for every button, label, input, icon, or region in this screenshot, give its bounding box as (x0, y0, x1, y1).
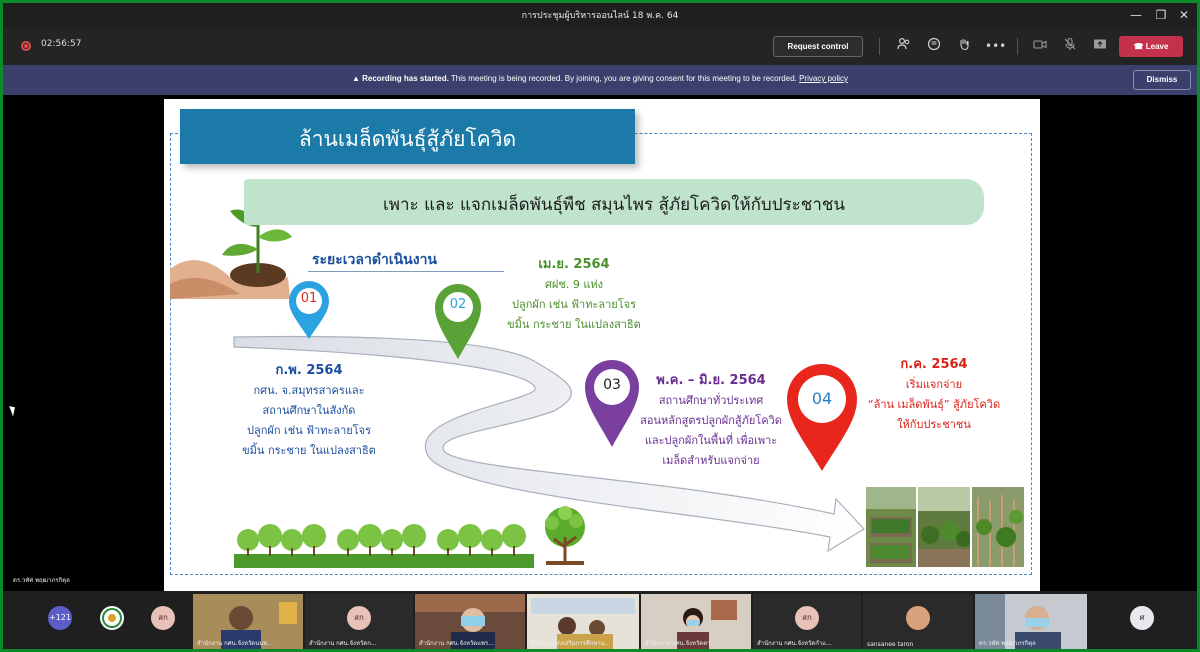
pin-01-number: 01 (300, 291, 318, 306)
close-icon[interactable]: ✕ (1171, 5, 1197, 25)
participant-name: ดร.วทัศ พฤฒาภรกิตุล (979, 640, 1036, 647)
recording-icon (21, 41, 31, 51)
chat-icon[interactable] (925, 37, 943, 55)
banner-bold: Recording has started. (362, 74, 449, 83)
meeting-toolbar: 02:56:57 Request control ••• ☎ Leave (3, 27, 1197, 65)
step-04-line: เริ่มแจกจ่าย (905, 378, 963, 391)
garden-photo-2 (918, 487, 970, 567)
participant-name: สำนักงาน กศน.จังหวัดกำแ... (757, 640, 832, 647)
participant-tile[interactable]: สำนักงาน กศน.จังหวัดตา... (641, 594, 751, 649)
step-03-line: สถานศึกษาทั่วประเทศ (658, 394, 764, 407)
garden-photo-3 (972, 487, 1024, 567)
org-logo-avatar[interactable] (100, 606, 124, 630)
participant-name: สำนักงาน กศน.จังหวัดนนท... (197, 640, 274, 647)
step-01-text: ก.พ. 2564 กศน. จ.สมุทรสาครและ สถานศึกษาใ… (214, 361, 404, 461)
step-01-line: กศน. จ.สมุทรสาครและ (253, 384, 365, 397)
participant-name: สำนักงาน กศน.จังหวัดแพร... (419, 640, 494, 647)
participant-tile[interactable]: สำนักงาน กศน.จังหวัดแพร... (415, 594, 525, 649)
step-04-text: ก.ค. 2564 เริ่มแจกจ่าย “ล้าน เมล็ดพันธุ์… (844, 355, 1024, 435)
step-02-date: เม.ย. 2564 (538, 257, 610, 272)
participant-tile[interactable]: ดร.วทัศ พฤฒาภรกิตุล (975, 594, 1087, 649)
participant-avatar-initials[interactable]: ศ (1130, 606, 1154, 630)
participant-tile[interactable]: สำนักงานส่งเสริมการศึกษาน... (527, 594, 639, 649)
pin-02-number: 02 (449, 297, 467, 312)
more-participants-badge[interactable]: +121 (48, 606, 72, 630)
participant-avatar-initials: สก (347, 606, 371, 630)
step-01-date: ก.พ. 2564 (275, 363, 343, 378)
window-title: การประชุมผู้บริหารออนไลน์ 18 พ.ค. 64 (521, 11, 679, 21)
step-02-text: เม.ย. 2564 ศฝช. 9 แห่ง ปลูกผัก เช่น ฟ้าท… (484, 255, 664, 335)
participant-name: สำนักงานส่งเสริมการศึกษาน... (531, 640, 611, 647)
participant-tile[interactable]: สก สำนักงาน กศน.จังหวัดก... (305, 594, 413, 649)
step-04-date: ก.ค. 2564 (900, 357, 968, 372)
request-control-button[interactable]: Request control (773, 36, 863, 57)
participant-tile[interactable]: สก สำนักงาน กศน.จังหวัดกำแ... (753, 594, 861, 649)
camera-off-icon[interactable] (1031, 37, 1049, 55)
title-bar: การประชุมผู้บริหารออนไลน์ 18 พ.ค. 64 — ❐… (3, 3, 1197, 27)
phone-icon: ☎ (1133, 42, 1146, 51)
step-04-line: “ล้าน เมล็ดพันธุ์” สู้ภัยโควิด (867, 398, 1001, 411)
participant-name: sansanee taron (867, 641, 914, 648)
participants-strip: +121 สก สำนักงาน กศน.จังหวัดนนท... สก สำ… (3, 591, 1197, 649)
teams-window: การประชุมผู้บริหารออนไลน์ 18 พ.ค. 64 — ❐… (3, 3, 1197, 649)
recording-banner: ▲ Recording has started. This meeting is… (3, 65, 1197, 95)
step-03-line: เมล็ดสำหรับแจกจ่าย (662, 454, 760, 467)
warning-icon: ▲ (351, 74, 363, 83)
step-03-line: สอนหลักสูตรปลูกผักสู้ภัยโควิด (640, 414, 782, 427)
step-04-line: ให้กับประชาชน (897, 418, 971, 431)
garden-photo-1 (866, 487, 916, 567)
step-03-date: พ.ค. – มิ.ย. 2564 (656, 373, 766, 388)
step-02-line: ปลูกผัก เช่น ฟ้าทะลายโจร (512, 298, 636, 311)
step-03-line: และปลูกผักในพื้นที่ เพื่อเพาะ (644, 434, 778, 447)
banner-text: This meeting is being recorded. By joini… (450, 74, 797, 83)
dismiss-button[interactable]: Dismiss (1133, 70, 1191, 90)
big-tree-icon (545, 506, 585, 565)
shared-slide: ล้านเมล็ดพันธุ์สู้ภัยโควิด เพาะ และ แจกเ… (164, 99, 1040, 591)
toolbar-divider (879, 38, 880, 55)
participant-avatar-initials[interactable]: สก (151, 606, 175, 630)
step-01-line: ขมิ้น กระชาย ในแปลงสาธิต (242, 444, 376, 457)
trees-illustration (234, 524, 534, 568)
step-02-line: ขมิ้น กระชาย ในแปลงสาธิต (507, 318, 641, 331)
banner-message: ▲ Recording has started. This meeting is… (3, 74, 1197, 83)
mic-off-icon[interactable] (1061, 37, 1079, 55)
participant-tile[interactable]: สำนักงาน กศน.จังหวัดนนท... (193, 594, 303, 649)
step-01-line: ปลูกผัก เช่น ฟ้าทะลายโจร (247, 424, 371, 437)
step-01-line: สถานศึกษาในสังกัด (262, 404, 356, 417)
participant-avatar-initials: สก (795, 606, 819, 630)
mouse-cursor (9, 404, 18, 417)
raise-hand-icon[interactable] (955, 37, 973, 55)
step-02-line: ศฝช. 9 แห่ง (544, 278, 604, 291)
meeting-timer: 02:56:57 (41, 39, 82, 49)
presenter-name: ดร.วทัศ พฤฒาภรกิตุล (13, 577, 70, 584)
share-screen-icon[interactable] (1091, 37, 1109, 55)
participant-name: สำนักงาน กศน.จังหวัดก... (309, 640, 377, 647)
leave-label: Leave (1145, 42, 1169, 51)
participant-name: สำนักงาน กศน.จังหวัดตา... (645, 640, 717, 647)
participant-photo-avatar (906, 606, 930, 630)
toolbar-divider (1017, 38, 1018, 55)
privacy-policy-link[interactable]: Privacy policy (799, 74, 848, 83)
pin-02-icon (435, 284, 481, 359)
participant-tile[interactable]: sansanee taron (863, 594, 973, 649)
meeting-stage: ดร.วทัศ พฤฒาภรกิตุล ล้านเมล็ดพันธุ์สู้ภั… (3, 95, 1197, 591)
pin-01-icon (289, 281, 329, 339)
participants-icon[interactable] (895, 37, 913, 55)
minimize-icon[interactable]: — (1123, 5, 1149, 25)
more-options-icon[interactable]: ••• (985, 37, 1006, 55)
leave-button[interactable]: ☎ Leave (1119, 36, 1183, 57)
step-03-text: พ.ค. – มิ.ย. 2564 สถานศึกษาทั่วประเทศ สอ… (618, 371, 804, 471)
